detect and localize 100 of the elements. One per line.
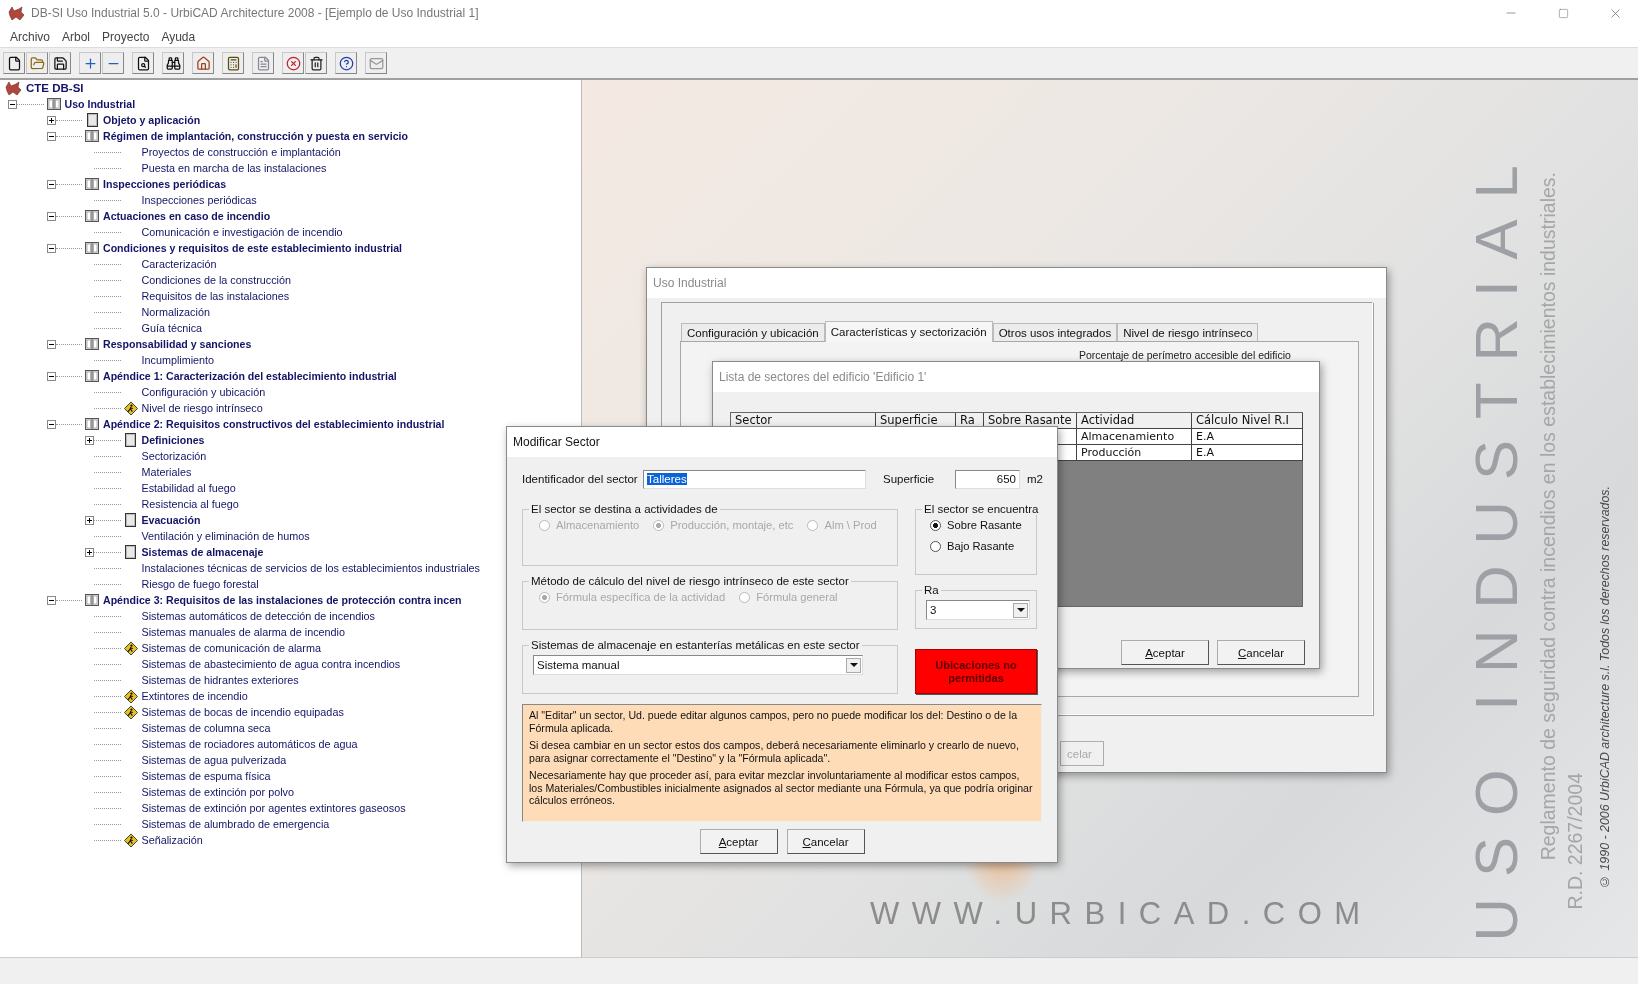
collapse-toggle[interactable] [46,243,56,253]
tree-item[interactable]: Condiciones de la construcción [141,274,291,286]
tree-item[interactable]: Apéndice 2: Requisitos constructivos del establecimiento industrial [103,418,445,430]
radio-label: Almacenamiento [556,519,640,531]
new-file-icon[interactable] [3,52,25,74]
tree-item[interactable]: Sistemas de alumbrado de emergencia [141,818,330,830]
tree-item[interactable]: Inspecciones periódicas [141,194,257,206]
tree-item[interactable]: Normalización [141,306,210,318]
collapse-toggle[interactable] [8,99,17,109]
tree-item[interactable]: Instalaciones técnicas de servicios de los establecimientos industriales [141,562,480,574]
input-field[interactable]: Talleres [643,469,866,489]
tree-item[interactable]: Comunicación e investigación de incendio [141,226,343,238]
tree-item[interactable]: Sectorización [141,450,207,462]
tree-item[interactable]: Apéndice 3: Requisitos de las instalaciones de protección contra incen [103,594,462,606]
tree-item[interactable]: Señalización [141,834,203,846]
document-icon[interactable] [252,52,274,74]
tree-item[interactable]: Extintores de incendio [141,690,248,702]
tree-item[interactable]: Ventilación y eliminación de humos [141,530,310,542]
tree-item[interactable]: Materiales [141,466,192,478]
tree-item[interactable]: Resistencia al fuego [141,498,239,510]
plus-icon[interactable] [79,52,101,74]
cancel-button[interactable]: Cancelar [1217,640,1305,665]
tab[interactable]: Nivel de riesgo intrínseco [1117,323,1259,341]
collapse-toggle[interactable] [46,595,56,605]
tree-item[interactable]: Condiciones y requisitos de este establecimiento industrial [103,242,403,254]
tree-item[interactable]: Estabilidad al fuego [141,482,236,494]
tree-item[interactable]: Sistemas de abastecimiento de agua contra incendios [141,658,401,670]
radio-button[interactable] [930,519,941,531]
tab[interactable]: Otros usos integrados [992,323,1118,341]
tree-item[interactable]: Puesta en marcha de las instalaciones [141,162,327,174]
table-cell: E.A [1192,429,1303,445]
save-icon[interactable] [49,52,71,74]
expand-toggle[interactable] [85,435,94,445]
tree-item[interactable]: Responsabilidad y sanciones [103,338,252,350]
tree-item[interactable]: Incumplimiento [141,354,215,366]
close-icon[interactable] [282,52,304,74]
tree-item[interactable]: Proyectos de construcción e implantación [141,146,341,158]
tree-item[interactable]: Actuaciones en caso de incendio [103,210,271,222]
menu-item[interactable]: Proyecto [96,29,156,44]
tab[interactable]: Configuración y ubicación [681,323,825,341]
menu-item[interactable]: Archivo [4,29,56,44]
tree-item[interactable]: Evacuación [141,514,201,526]
tree-item[interactable]: Sistemas de extinción por agentes extintores gaseosos [141,802,406,814]
tree-item[interactable]: CTE DB-SI [26,82,84,94]
collapse-toggle[interactable] [46,179,56,189]
accept-button[interactable]: Aceptar [1121,640,1209,665]
expand-toggle[interactable] [85,515,94,525]
note-paragraph: Al "Editar" un sector, Ud. puede editar algunos campos, pero no puede modificar los del: Destino o de la Fórmula aplicada. [529,709,1019,734]
tree-item[interactable]: Definiciones [141,434,205,446]
note-paragraph: Necesariamente hay que proceder así, para evitar mezclar involuntariamente al modificar estos campos, los Materiales/Combustibles inicialmente asignados al sector mediante una Fórmula, ya que podría originar cálculos erróneos. [529,769,1034,807]
open-folder-icon[interactable] [26,52,48,74]
trash-icon[interactable] [305,52,327,74]
tree-item[interactable]: Requisitos de las instalaciones [141,290,290,302]
calculator-icon[interactable] [222,52,244,74]
radio-button[interactable] [930,540,941,552]
input-field[interactable]: 650 [955,469,1020,489]
menu-item[interactable]: Arbol [56,29,97,44]
tree-item[interactable]: Régimen de implantación, construcción y puesta en servicio [103,130,408,142]
tree-item[interactable]: Sistemas de rociadores automáticos de agua [141,738,358,750]
tree-item[interactable]: Sistemas manuales de alarma de incendio [141,626,345,638]
minus-icon[interactable] [102,52,124,74]
collapse-toggle[interactable] [46,131,56,141]
warning-sign-icon [123,704,138,720]
tree-item[interactable]: Caracterización [141,258,217,270]
tree-item[interactable]: Sistemas de columna seca [141,722,271,734]
tree-item[interactable]: Objeto y aplicación [103,114,201,126]
expand-toggle[interactable] [46,115,56,125]
ra-dropdown[interactable]: 3 [926,600,1030,620]
page-search-icon[interactable] [132,52,154,74]
cancel-button[interactable]: Cancelar [786,829,865,854]
help-icon[interactable] [335,52,357,74]
tree-item[interactable]: Sistemas de agua pulverizada [141,754,287,766]
collapse-toggle[interactable] [46,211,56,221]
tree-item[interactable]: Guía técnica [141,322,203,334]
tree-item[interactable]: Sistemas de extinción por polvo [141,786,294,798]
tree-item[interactable]: Sistemas de comunicación de alarma [141,642,321,654]
tree-item[interactable]: Sistemas de hidrantes exteriores [141,674,299,686]
menu-item[interactable]: Ayuda [155,29,202,44]
mail-icon[interactable] [365,52,387,74]
tree-item[interactable]: Sistemas de bocas de incendio equipadas [141,706,344,718]
collapse-toggle[interactable] [46,419,56,429]
binoculars-icon[interactable] [162,52,184,74]
dialog-title: Lista de sectores del edificio 'Edificio 1' [719,370,927,384]
tree-item[interactable]: Apéndice 1: Caracterización del establecimiento industrial [103,370,397,382]
collapse-toggle[interactable] [46,339,56,349]
tree-item[interactable]: Configuración y ubicación [141,386,266,398]
tree-item[interactable]: Inspecciones periódicas [103,178,227,190]
tab[interactable]: Características y sectorización [824,321,993,342]
tree-item[interactable]: Sistemas de espuma física [141,770,271,782]
tree-item[interactable]: Uso Industrial [64,98,136,110]
home-icon[interactable] [192,52,214,74]
note-paragraph: Si desea cambiar en un sector estos dos campos, deberá necesariamente eliminarlo y crearlo de nuevo, para asignar correctamente el "Destino" y la "Fórmula aplicada". [529,739,1020,764]
tree-item[interactable]: Sistemas de almacenaje [141,546,264,558]
expand-toggle[interactable] [85,547,94,557]
tree-item[interactable]: Nivel de riesgo intrínseco [141,402,263,414]
collapse-toggle[interactable] [46,371,56,381]
tree-item[interactable]: Riesgo de fuego forestal [141,578,259,590]
accept-button[interactable]: Aceptar [699,829,778,854]
storage-dropdown[interactable]: Sistema manual [533,655,863,675]
tree-item[interactable]: Sistemas automáticos de detección de incendios [141,610,375,622]
